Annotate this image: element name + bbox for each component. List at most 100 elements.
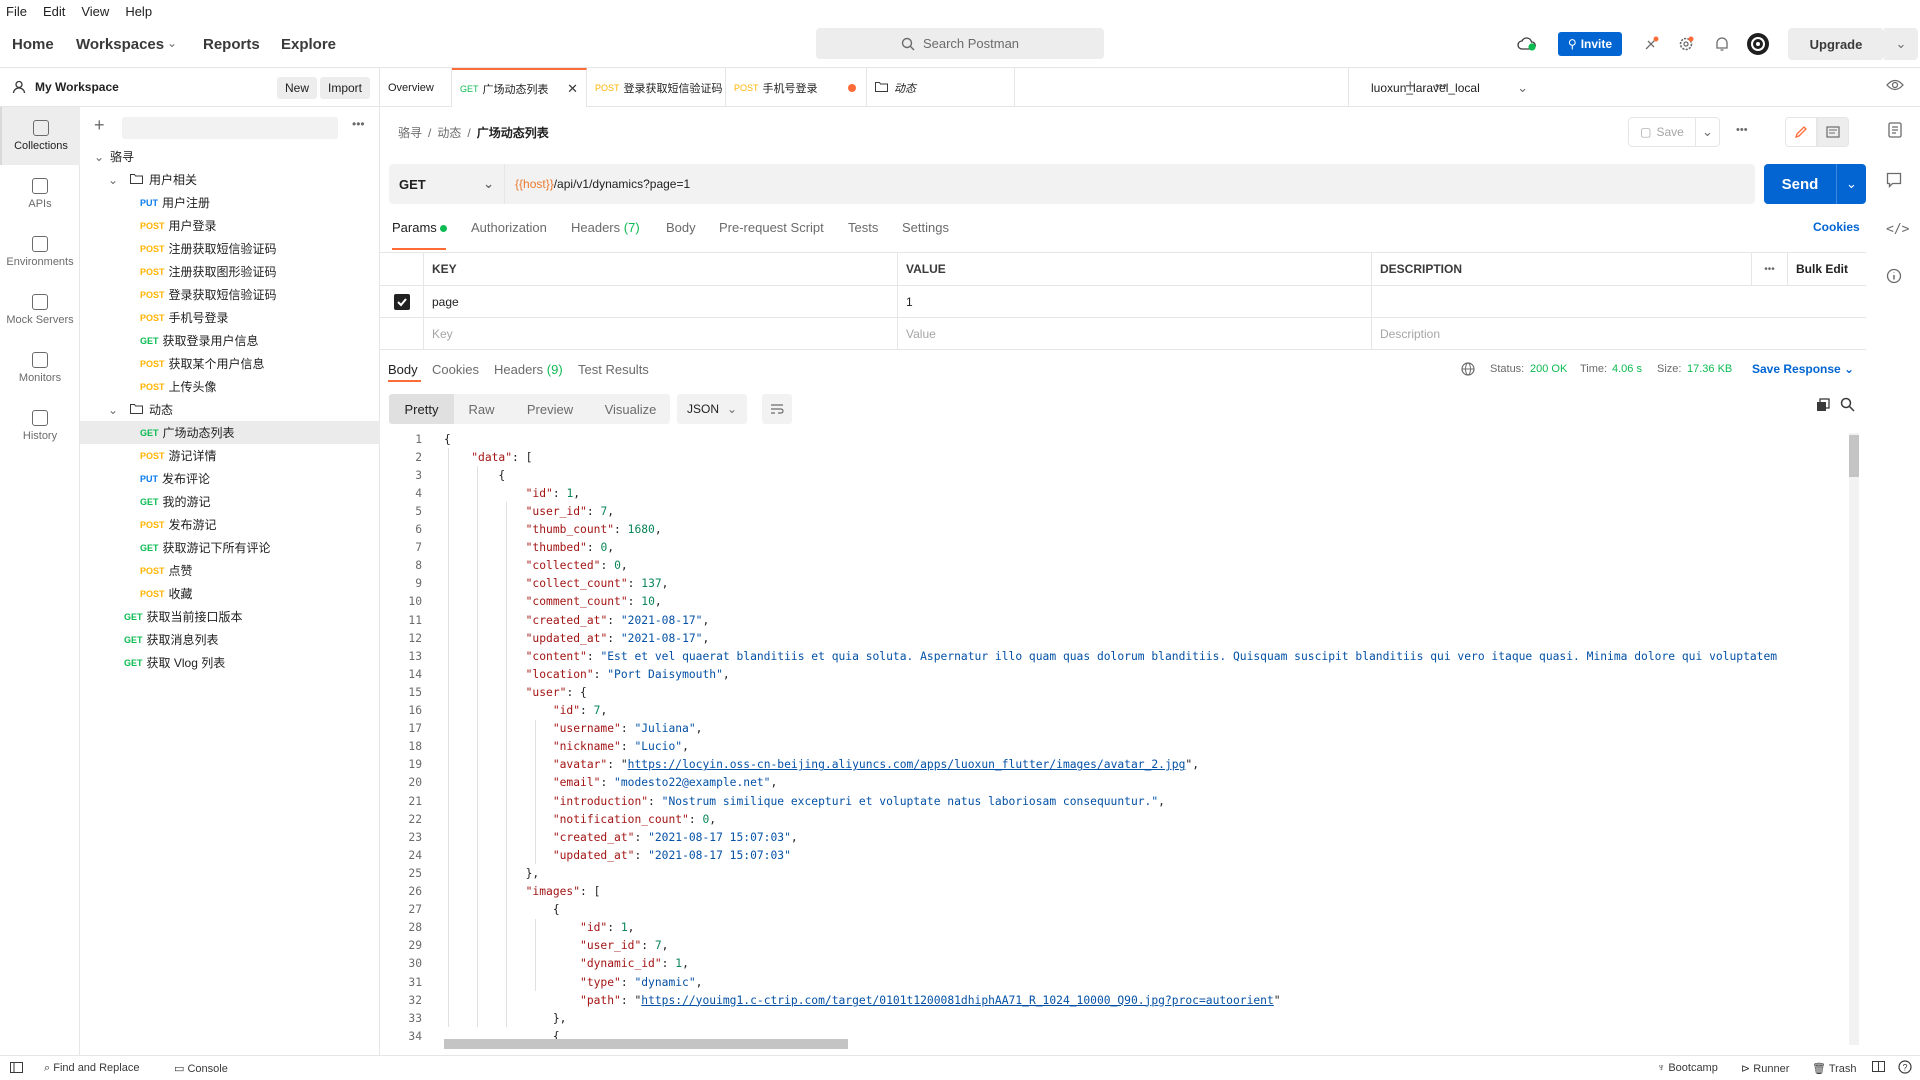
new-button[interactable]: New xyxy=(277,77,318,99)
chevron-down-icon[interactable]: ⌄ xyxy=(94,150,108,164)
close-icon[interactable]: ✕ xyxy=(567,81,578,97)
chevron-down-icon[interactable]: ⌄ xyxy=(108,403,122,417)
value-placeholder[interactable]: Value xyxy=(898,318,1372,349)
format-select[interactable]: JSON ⌄ xyxy=(677,394,747,424)
nav-reports[interactable]: Reports xyxy=(203,36,260,53)
vertical-scrollbar[interactable] xyxy=(1849,433,1859,1045)
param-description[interactable] xyxy=(1372,286,1866,317)
sidebar-toggle-icon[interactable] xyxy=(10,1062,23,1076)
param-checkbox[interactable] xyxy=(380,286,424,317)
url-input[interactable]: {{host}} /api/v1/dynamics?page=1 xyxy=(505,164,1755,204)
view-mode-visualize[interactable]: Visualize xyxy=(591,394,670,424)
tree-request-item[interactable]: PUT 用户注册 xyxy=(80,191,380,214)
tab-request[interactable]: 动态 xyxy=(867,68,1015,107)
upgrade-dropdown-chevron-icon[interactable]: ⌄ xyxy=(1884,28,1918,60)
tab-request[interactable]: GET 广场动态列表 ✕ xyxy=(452,68,587,107)
notification-bell-icon[interactable] xyxy=(1709,31,1735,57)
method-select[interactable]: GET ⌄ xyxy=(389,164,505,204)
tree-request-item[interactable]: POST 上传头像 xyxy=(80,375,380,398)
find-replace-button[interactable]: ⌕ Find and Replace xyxy=(44,1062,139,1075)
tree-request-item[interactable]: GET 获取游记下所有评论 xyxy=(80,536,380,559)
sidebar-item-monitors[interactable]: Monitors xyxy=(0,339,80,397)
view-mode-raw[interactable]: Raw xyxy=(454,394,509,424)
nav-workspaces[interactable]: Workspaces xyxy=(76,36,164,53)
response-tab-body[interactable]: Body xyxy=(388,362,418,377)
menu-help[interactable]: Help xyxy=(125,4,152,19)
status-value[interactable]: 200 OK xyxy=(1530,363,1567,375)
param-key[interactable]: page xyxy=(424,286,898,317)
tree-folder[interactable]: ⌄ 用户相关 xyxy=(80,168,380,191)
invite-button[interactable]: ⚲ Invite xyxy=(1558,32,1622,56)
comments-icon[interactable] xyxy=(1886,172,1902,191)
runner-button[interactable]: ⊳ Runner xyxy=(1741,1062,1789,1075)
sidebar-item-history[interactable]: History xyxy=(0,397,80,455)
send-button[interactable]: Send xyxy=(1764,164,1836,204)
response-tab-cookies[interactable]: Cookies xyxy=(432,362,479,377)
nav-home[interactable]: Home xyxy=(12,36,54,53)
horizontal-scrollbar[interactable] xyxy=(444,1039,848,1049)
nav-explore[interactable]: Explore xyxy=(281,36,336,53)
avatar[interactable] xyxy=(1745,31,1771,57)
sidebar-item-mock-servers[interactable]: Mock Servers xyxy=(0,281,80,339)
tree-filter-input[interactable] xyxy=(122,117,338,139)
response-tab-tests[interactable]: Test Results xyxy=(578,362,649,377)
sidebar-item-environments[interactable]: Environments xyxy=(0,223,80,281)
eye-icon[interactable] xyxy=(1886,78,1904,95)
tree-request-item[interactable]: POST 登录获取短信验证码 xyxy=(80,283,380,306)
workspace-name[interactable]: My Workspace xyxy=(35,80,119,94)
view-mode-preview[interactable]: Preview xyxy=(509,394,591,424)
param-value[interactable]: 1 xyxy=(898,286,1372,317)
search-input[interactable]: Search Postman xyxy=(816,28,1104,59)
tab-request[interactable]: POST 手机号登录 xyxy=(726,68,867,107)
tree-request-item[interactable]: GET 广场动态列表 xyxy=(80,421,380,444)
tab-tests[interactable]: Tests xyxy=(848,220,878,235)
description-placeholder[interactable]: Description xyxy=(1372,318,1866,349)
sidebar-item-collections[interactable]: Collections xyxy=(0,107,80,165)
tree-request-item[interactable]: GET 获取当前接口版本 xyxy=(80,605,380,628)
info-icon[interactable] xyxy=(1886,268,1902,287)
key-placeholder[interactable]: Key xyxy=(424,318,898,349)
plus-icon[interactable]: + xyxy=(94,115,105,136)
tree-request-item[interactable]: POST 注册获取图形验证码 xyxy=(80,260,380,283)
environment-selector[interactable]: luoxun_laravel_local ⌄ xyxy=(1348,68,1538,107)
menu-edit[interactable]: Edit xyxy=(43,4,65,19)
tab-request[interactable]: POST 登录获取短信验证码 xyxy=(587,68,726,107)
tree-folder[interactable]: ⌄ 动态 xyxy=(80,398,380,421)
vertical-scrollbar-thumb[interactable] xyxy=(1849,435,1859,477)
tree-request-item[interactable]: POST 手机号登录 xyxy=(80,306,380,329)
breadcrumb-request[interactable]: 广场动态列表 xyxy=(477,124,549,141)
sidebar-item-apis[interactable]: APIs xyxy=(0,165,80,223)
tab-request[interactable]: Overview xyxy=(380,68,452,107)
breadcrumb-folder[interactable]: 动态 xyxy=(437,124,461,141)
cookies-link[interactable]: Cookies xyxy=(1813,220,1860,234)
code-snippet-icon[interactable]: </> xyxy=(1886,222,1909,237)
search-response-icon[interactable] xyxy=(1840,397,1855,415)
request-more-icon[interactable]: ••• xyxy=(1736,124,1748,136)
tab-settings[interactable]: Settings xyxy=(902,220,949,235)
tree-request-item[interactable]: PUT 发布评论 xyxy=(80,467,380,490)
satellite-icon[interactable] xyxy=(1638,31,1664,57)
tree-request-item[interactable]: POST 获取某个用户信息 xyxy=(80,352,380,375)
comment-view-icon[interactable] xyxy=(1817,117,1849,147)
documentation-icon[interactable] xyxy=(1888,122,1902,141)
tree-collection[interactable]: ⌄ 骆寻 xyxy=(80,145,380,168)
menu-view[interactable]: View xyxy=(81,4,109,19)
wrap-lines-icon[interactable] xyxy=(762,394,792,424)
upgrade-button[interactable]: Upgrade xyxy=(1788,28,1884,60)
tree-request-item[interactable]: POST 点赞 xyxy=(80,559,380,582)
save-response-button[interactable]: Save Response ⌄ xyxy=(1752,362,1854,376)
cloud-sync-icon[interactable] xyxy=(1514,31,1540,57)
save-button[interactable]: ▢ Save xyxy=(1628,117,1696,147)
size-value[interactable]: 17.36 KB xyxy=(1687,363,1732,375)
globe-icon[interactable] xyxy=(1461,362,1475,379)
tree-request-item[interactable]: POST 用户登录 xyxy=(80,214,380,237)
tree-request-item[interactable]: GET 获取 Vlog 列表 xyxy=(80,651,380,674)
response-tab-headers[interactable]: Headers (9) xyxy=(494,362,563,377)
console-button[interactable]: ▭ Console xyxy=(174,1062,228,1075)
tree-request-item[interactable]: GET 获取登录用户信息 xyxy=(80,329,380,352)
time-value[interactable]: 4.06 s xyxy=(1612,363,1642,375)
bulk-edit-button[interactable]: Bulk Edit xyxy=(1788,253,1866,285)
import-button[interactable]: Import xyxy=(320,77,371,99)
help-icon[interactable]: ? xyxy=(1898,1060,1912,1077)
tab-authorization[interactable]: Authorization xyxy=(471,220,547,235)
